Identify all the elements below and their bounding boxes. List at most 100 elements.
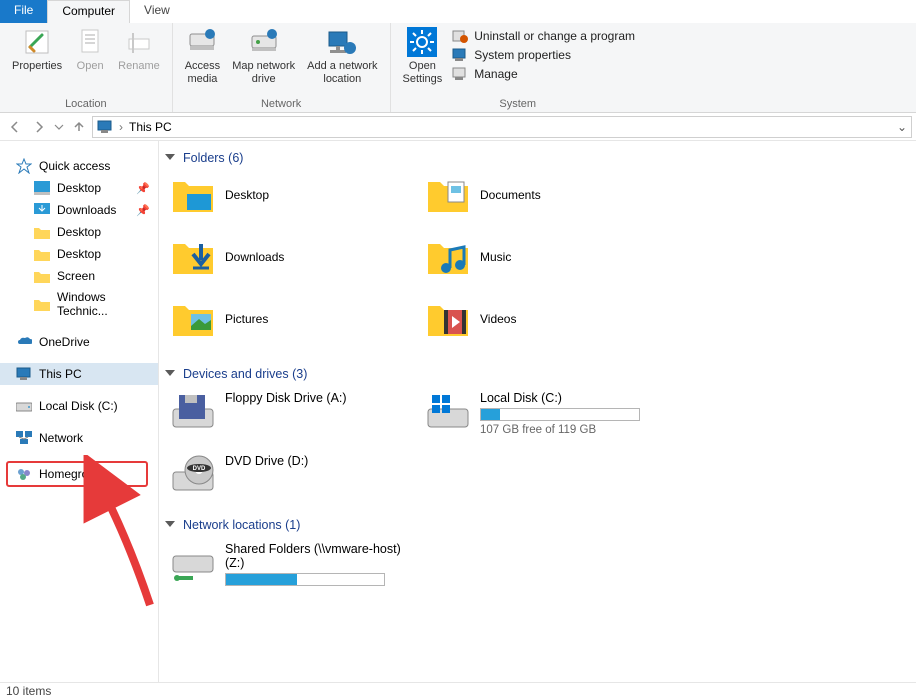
folder-pictures[interactable]: Pictures <box>161 295 416 357</box>
section-folders: Folders (6) Desktop Documents Downloads … <box>161 149 916 357</box>
sidebar-item-desktop-2[interactable]: Desktop <box>0 221 158 243</box>
network-drive-shared[interactable]: Shared Folders (\\vmware-host) (Z:) <box>161 538 416 600</box>
add-network-icon <box>326 26 358 58</box>
folder-icon <box>426 299 470 339</box>
folder-icon <box>171 175 215 215</box>
collapse-icon <box>165 521 175 527</box>
folder-icon <box>426 175 470 215</box>
sidebar-item-desktop-3[interactable]: Desktop <box>0 243 158 265</box>
network-drive-icon <box>171 542 215 582</box>
add-network-location-button[interactable]: Add a network location <box>301 24 383 88</box>
open-settings-button[interactable]: Open Settings <box>397 24 449 88</box>
drive-icon <box>16 398 32 414</box>
folder-downloads[interactable]: Downloads <box>161 233 416 295</box>
drive-local-disk[interactable]: Local Disk (C:) 107 GB free of 119 GB <box>416 387 671 450</box>
recent-dropdown[interactable] <box>52 116 66 138</box>
content-pane: Folders (6) Desktop Documents Downloads … <box>159 141 916 682</box>
drive-floppy[interactable]: Floppy Disk Drive (A:) <box>161 387 416 450</box>
drive-dvd[interactable]: DVD DVD Drive (D:) <box>161 450 416 508</box>
status-item-count: 10 items <box>6 684 51 698</box>
folder-icon <box>171 237 215 277</box>
folder-icon <box>34 296 50 312</box>
homegroup-highlight: Homegroup <box>6 461 148 487</box>
sidebar-homegroup[interactable]: Homegroup <box>8 463 146 485</box>
tab-computer[interactable]: Computer <box>47 0 130 23</box>
folder-videos[interactable]: Videos <box>416 295 671 357</box>
rename-button: Rename <box>112 24 166 75</box>
network-icon <box>16 430 32 446</box>
sidebar-item-downloads[interactable]: Downloads📌 <box>0 199 158 221</box>
section-header-network-locations[interactable]: Network locations (1) <box>161 516 916 538</box>
section-network-locations: Network locations (1) Shared Folders (\\… <box>161 516 916 600</box>
sidebar-this-pc[interactable]: This PC <box>0 363 158 385</box>
properties-button[interactable]: Properties <box>6 24 68 75</box>
tab-file[interactable]: File <box>0 0 47 23</box>
sidebar-onedrive[interactable]: OneDrive <box>0 331 158 353</box>
back-button[interactable] <box>4 116 26 138</box>
chevron-down-icon[interactable]: ⌄ <box>897 120 907 134</box>
manage-button[interactable]: Manage <box>452 66 635 82</box>
collapse-icon <box>165 154 175 160</box>
sidebar-item-desktop[interactable]: Desktop📌 <box>0 177 158 199</box>
uninstall-icon <box>452 28 468 44</box>
folder-icon <box>34 268 50 284</box>
sidebar-local-disk[interactable]: Local Disk (C:) <box>0 395 158 417</box>
collapse-icon <box>165 370 175 376</box>
section-devices: Devices and drives (3) Floppy Disk Drive… <box>161 365 916 508</box>
section-header-folders[interactable]: Folders (6) <box>161 149 916 171</box>
rename-icon <box>123 26 155 58</box>
up-button[interactable] <box>68 116 90 138</box>
settings-icon <box>406 26 438 58</box>
folder-icon <box>34 246 50 262</box>
navigation-bar: › This PC ⌄ <box>0 113 916 141</box>
address-bar[interactable]: › This PC ⌄ <box>92 116 912 138</box>
section-header-devices[interactable]: Devices and drives (3) <box>161 365 916 387</box>
this-pc-icon <box>16 366 32 382</box>
navigation-pane: Quick access Desktop📌 Downloads📌 Desktop… <box>0 141 159 682</box>
ribbon-group-location: Properties Open Rename Location <box>0 23 173 112</box>
properties-icon <box>21 26 53 58</box>
manage-icon <box>452 66 468 82</box>
sidebar-quick-access[interactable]: Quick access <box>0 155 158 177</box>
capacity-bar <box>225 573 385 586</box>
ribbon-group-network: Access media Map network drive Add a net… <box>173 23 391 112</box>
open-icon <box>74 26 106 58</box>
capacity-bar <box>480 408 640 421</box>
breadcrumb-this-pc[interactable]: This PC <box>129 120 172 134</box>
folder-documents[interactable]: Documents <box>416 171 671 233</box>
pin-icon: 📌 <box>136 204 150 217</box>
ribbon-tabs: File Computer View <box>0 0 916 23</box>
status-bar: 10 items <box>0 682 916 700</box>
ribbon: Properties Open Rename Location <box>0 23 916 113</box>
quick-access-icon <box>16 158 32 174</box>
floppy-drive-icon <box>171 391 215 431</box>
downloads-icon <box>34 202 50 218</box>
folder-desktop[interactable]: Desktop <box>161 171 416 233</box>
sidebar-network[interactable]: Network <box>0 427 158 449</box>
desktop-icon <box>34 180 50 196</box>
folder-icon <box>171 299 215 339</box>
map-drive-icon <box>248 26 280 58</box>
chevron-right-icon: › <box>119 120 123 134</box>
access-media-button[interactable]: Access media <box>179 24 226 88</box>
system-properties-icon <box>452 47 468 63</box>
local-disk-icon <box>426 391 470 431</box>
folder-icon <box>426 237 470 277</box>
folder-icon <box>34 224 50 240</box>
homegroup-icon <box>16 466 32 482</box>
tab-view[interactable]: View <box>130 0 184 23</box>
ribbon-group-system: Open Settings Uninstall or change a prog… <box>391 23 646 112</box>
access-media-icon <box>186 26 218 58</box>
dvd-drive-icon: DVD <box>171 454 215 494</box>
svg-text:DVD: DVD <box>193 466 206 472</box>
sidebar-item-windows-technic[interactable]: Windows Technic... <box>0 287 158 321</box>
onedrive-icon <box>16 334 32 350</box>
folder-music[interactable]: Music <box>416 233 671 295</box>
system-properties-button[interactable]: System properties <box>452 47 635 63</box>
pin-icon: 📌 <box>136 182 150 195</box>
sidebar-item-screen[interactable]: Screen <box>0 265 158 287</box>
this-pc-icon <box>97 119 113 135</box>
map-network-drive-button[interactable]: Map network drive <box>226 24 301 88</box>
uninstall-program-button[interactable]: Uninstall or change a program <box>452 28 635 44</box>
forward-button[interactable] <box>28 116 50 138</box>
